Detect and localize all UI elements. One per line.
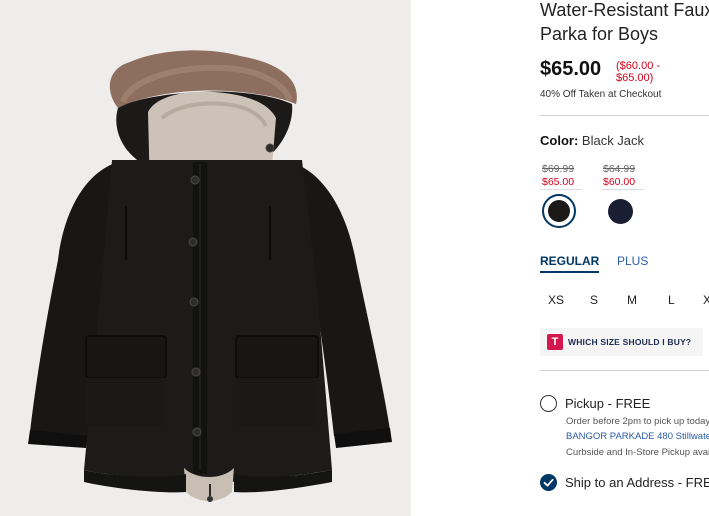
pickup-radio[interactable] — [540, 395, 557, 412]
swatch-original-price: $64.99 — [603, 163, 636, 175]
size-help-label: WHICH SIZE SHOULD I BUY? — [568, 337, 692, 347]
tab-regular[interactable]: REGULAR — [540, 254, 600, 273]
color-label-key: Color: — [540, 133, 579, 148]
price-range-line1: ($60.00 - — [616, 60, 661, 72]
pickup-label: Pickup - FREE — [565, 396, 651, 411]
divider — [540, 115, 709, 116]
product-details-panel: Water-Resistant Faux-Fur Hood Hooded Par… — [540, 0, 709, 516]
divider — [540, 370, 709, 371]
check-icon — [543, 478, 554, 487]
color-swatch-black-jack[interactable] — [542, 194, 576, 228]
size-option-s[interactable]: S — [590, 293, 598, 307]
swatch-rule — [540, 189, 582, 190]
product-title: Water-Resistant Faux-Fur Hood Hooded Par… — [540, 0, 709, 46]
swatch-price-2: $64.99 $60.00 — [603, 163, 635, 189]
size-option-m[interactable]: M — [627, 293, 637, 307]
tab-plus[interactable]: PLUS — [617, 254, 648, 268]
pickup-detail: Curbside and In-Store Pickup available — [566, 447, 709, 458]
color-label: Color: Black Jack — [540, 133, 644, 148]
size-help-button[interactable]: T WHICH SIZE SHOULD I BUY? — [540, 328, 703, 356]
pickup-note: Order before 2pm to pick up today — [566, 416, 709, 427]
price-range-line2: $65.00) — [616, 72, 654, 84]
swatch-price-1: $69.99 $65.00 — [542, 163, 574, 189]
swatch-fill — [548, 200, 570, 222]
size-option-xl[interactable]: XL — [703, 293, 709, 307]
parka-image — [28, 50, 392, 502]
promo-text: 40% Off Taken at Checkout — [540, 89, 662, 100]
pickup-store-link[interactable]: BANGOR PARKADE 480 Stillwater Ave — [566, 431, 709, 442]
product-title-line1: Water-Resistant Faux-Fur Hood Hooded — [540, 0, 709, 20]
swatch-rule — [602, 189, 644, 190]
product-image[interactable] — [0, 0, 411, 516]
ship-label: Ship to an Address - FREE — [565, 475, 709, 490]
product-price: $65.00 — [540, 58, 602, 80]
swatch-sale-price: $65.00 — [542, 176, 575, 188]
ship-radio[interactable] — [540, 474, 557, 491]
color-swatch-navy[interactable] — [608, 199, 633, 224]
price-range: ($60.00 - $65.00) — [616, 60, 660, 84]
swatch-original-price: $69.99 — [542, 163, 575, 175]
size-option-l[interactable]: L — [668, 293, 675, 307]
swatch-sale-price: $60.00 — [603, 176, 636, 188]
product-title-line2: Parka for Boys — [540, 24, 659, 44]
size-option-xs[interactable]: XS — [548, 293, 564, 307]
color-value: Black Jack — [581, 133, 645, 148]
size-help-badge-icon: T — [547, 334, 563, 350]
